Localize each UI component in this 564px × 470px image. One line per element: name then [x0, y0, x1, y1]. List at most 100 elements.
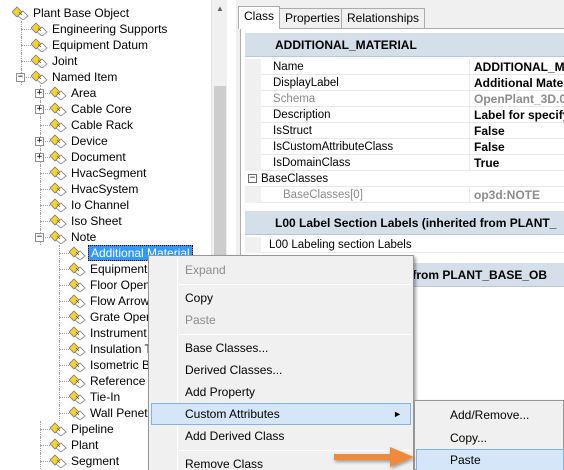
tree-item-label[interactable]: HvacSystem: [69, 181, 140, 197]
tree-item-label[interactable]: Device: [69, 133, 110, 149]
prop-value[interactable]: Label for specifying: [469, 107, 564, 123]
menu-item-paste[interactable]: Paste: [151, 309, 411, 331]
ecclass-diamond-icon: [31, 54, 48, 68]
tree-item-label[interactable]: Joint: [50, 53, 79, 69]
tree-item[interactable]: + Document: [0, 149, 211, 165]
collapse-toggle-icon[interactable]: −: [248, 174, 257, 183]
ecclass-diamond-icon: [50, 118, 67, 132]
tree-item-label[interactable]: Flow Arrow: [88, 293, 151, 309]
prop-name: BaseClasses[0]: [283, 189, 363, 201]
tree-item[interactable]: + Device: [0, 133, 211, 149]
prop-name: DisplayLabel: [273, 77, 339, 89]
prop-row-name[interactable]: Name ADDITIONAL_MATE: [245, 59, 564, 75]
menu-item-copy[interactable]: Copy: [151, 287, 411, 309]
expand-plus-icon[interactable]: +: [35, 137, 44, 146]
ecclass-diamond-icon: [50, 150, 67, 164]
tree-item-label[interactable]: Equipment Datum: [50, 37, 150, 53]
tree-item[interactable]: Plant Base Object: [0, 5, 211, 21]
tree-item[interactable]: Engineering Supports: [0, 21, 211, 37]
prop-value[interactable]: ADDITIONAL_MATE: [469, 59, 564, 75]
tree-item[interactable]: Io Channel: [0, 197, 211, 213]
menu-item-base-classes[interactable]: Base Classes...: [151, 337, 411, 359]
tab-properties[interactable]: Properties: [279, 8, 346, 28]
collapse-minus-icon[interactable]: −: [16, 73, 25, 82]
label-section-header[interactable]: L00 Label Section Labels (inherited from…: [245, 211, 564, 235]
tree-item[interactable]: − Named Item: [0, 69, 211, 85]
tree-item[interactable]: + Area: [0, 85, 211, 101]
ecclass-diamond-icon: [50, 214, 67, 228]
pointer-arrow-icon: [334, 447, 414, 467]
tree-item[interactable]: HvacSystem: [0, 181, 211, 197]
prop-row-isdomainclass[interactable]: IsDomainClass True: [245, 155, 564, 171]
tree-item-label[interactable]: Plant Base Object: [31, 5, 131, 21]
prop-row-l00-labels[interactable]: L00 Labeling section Labels: [245, 237, 564, 253]
tree-item[interactable]: − Note: [0, 229, 211, 245]
tree-item-label[interactable]: Cable Core: [69, 101, 134, 117]
prop-row-displaylabel[interactable]: DisplayLabel Additional Material: [245, 75, 564, 91]
ecclass-diamond-icon: [69, 294, 86, 308]
custom-attributes-submenu: Add/Remove... Copy... Paste: [414, 400, 564, 470]
ecclass-diamond-icon: [69, 390, 86, 404]
tree-item-label[interactable]: Engineering Supports: [50, 21, 169, 37]
ecclass-diamond-icon: [50, 454, 67, 468]
scroll-up-arrow-icon[interactable]: ▲: [212, 0, 227, 17]
tree-item[interactable]: + Cable Core: [0, 101, 211, 117]
tree-item[interactable]: Joint: [0, 53, 211, 69]
ecclass-diamond-icon: [69, 358, 86, 372]
submenu-item-add-remove[interactable]: Add/Remove...: [416, 404, 564, 426]
tree-item-label[interactable]: Cable Rack: [69, 117, 135, 133]
prop-row-baseclasses-0[interactable]: BaseClasses[0] op3d:NOTE: [245, 187, 564, 203]
prop-value[interactable]: False: [469, 123, 564, 139]
ecclass-diamond-icon: [50, 182, 67, 196]
prop-row-isstruct[interactable]: IsStruct False: [245, 123, 564, 139]
tree-item-label[interactable]: HvacSegment: [69, 165, 148, 181]
prop-value[interactable]: Additional Material: [469, 75, 564, 91]
ecclass-diamond-icon: [50, 422, 67, 436]
context-menu: Expand Copy Paste Base Classes... Derive…: [148, 255, 414, 470]
tree-item-label[interactable]: Segment: [69, 453, 121, 469]
submenu-item-copy[interactable]: Copy...: [416, 427, 564, 449]
tree-item-label[interactable]: Area: [69, 85, 98, 101]
expand-plus-icon[interactable]: +: [35, 153, 44, 162]
ecclass-diamond-icon: [69, 406, 86, 420]
tree-item-label[interactable]: Tie-In: [88, 389, 122, 405]
prop-value[interactable]: False: [469, 139, 564, 155]
class-section-header[interactable]: ADDITIONAL_MATERIAL: [245, 33, 564, 57]
tree-item-label[interactable]: Named Item: [50, 69, 119, 85]
tree-item-label[interactable]: Note: [69, 229, 98, 245]
collapse-minus-icon[interactable]: −: [35, 233, 44, 242]
prop-row-description[interactable]: Description Label for specifying: [245, 107, 564, 123]
menu-item-add-property[interactable]: Add Property: [151, 381, 411, 403]
tree-item[interactable]: HvacSegment: [0, 165, 211, 181]
ecclass-diamond-icon: [50, 166, 67, 180]
submenu-item-paste[interactable]: Paste: [416, 449, 564, 470]
prop-group-baseclasses[interactable]: − BaseClasses: [245, 171, 564, 187]
tree-item-label[interactable]: Pipeline: [69, 421, 116, 437]
expand-plus-icon[interactable]: +: [35, 105, 44, 114]
ecclass-diamond-icon: [69, 374, 86, 388]
prop-value[interactable]: True: [469, 155, 564, 171]
tree-item-label[interactable]: Plant: [69, 437, 100, 453]
prop-row-schema[interactable]: Schema OpenPlant_3D.01.0: [245, 91, 564, 107]
tree-item-label[interactable]: Iso Sheet: [69, 213, 124, 229]
expand-plus-icon[interactable]: +: [35, 89, 44, 98]
tab-class[interactable]: Class: [238, 6, 281, 29]
ecclass-diamond-icon: [31, 38, 48, 52]
ecclass-diamond-icon: [50, 230, 67, 244]
prop-name: Schema: [273, 93, 316, 105]
tree-item[interactable]: Equipment Datum: [0, 37, 211, 53]
menu-item-derived-classes[interactable]: Derived Classes...: [151, 359, 411, 381]
ecclass-diamond-icon: [69, 278, 86, 292]
tree-item[interactable]: Cable Rack: [0, 117, 211, 133]
prop-row-iscustomattributeclass[interactable]: IsCustomAttributeClass False: [245, 139, 564, 155]
tree-item-label[interactable]: Io Channel: [69, 197, 131, 213]
tree-item[interactable]: Iso Sheet: [0, 213, 211, 229]
ecclass-diamond-icon: [31, 22, 48, 36]
tree-item-label[interactable]: Document: [69, 149, 128, 165]
menu-item-custom-attributes[interactable]: Custom Attributes ►: [151, 403, 411, 425]
ecclass-diamond-icon: [69, 326, 86, 340]
prop-value: op3d:NOTE: [469, 187, 564, 203]
tab-relationships[interactable]: Relationships: [341, 8, 426, 28]
menu-item-expand[interactable]: Expand: [151, 259, 411, 281]
ecclass-diamond-icon: [69, 342, 86, 356]
